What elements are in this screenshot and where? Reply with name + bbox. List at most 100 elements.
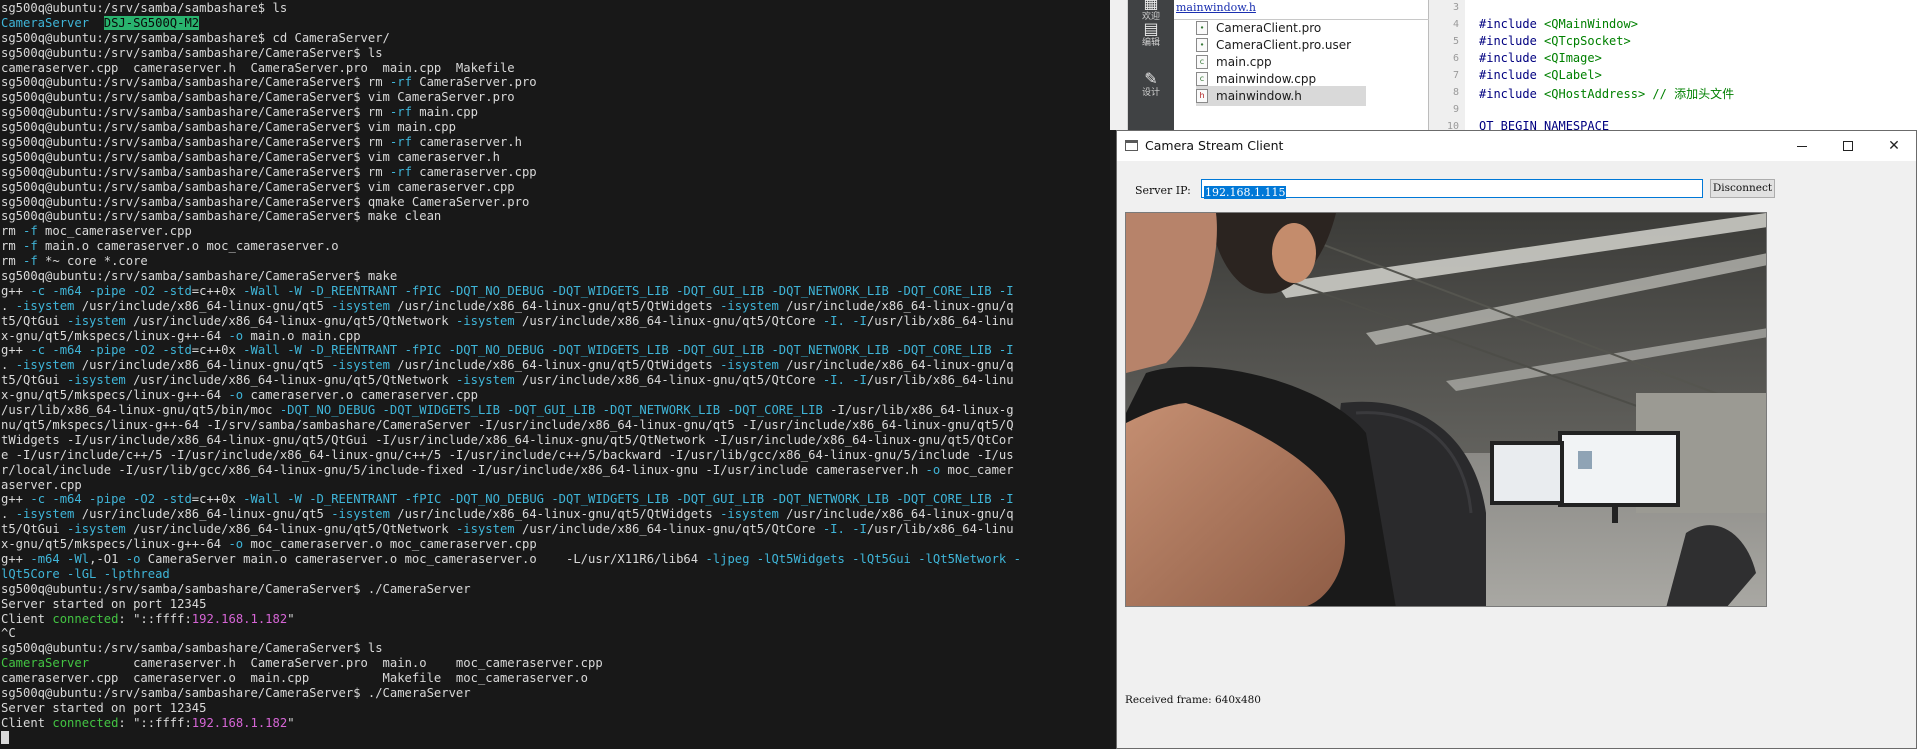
terminal-text: tWidgets -I/usr/include/x86_64-linux-gnu… <box>1 432 1014 447</box>
open-file-link[interactable]: mainwindow.h <box>1176 1 1256 14</box>
camera-client-window: Camera Stream Client ✕ Server IP: 192.16… <box>1116 130 1917 749</box>
terminal-text: -I. <box>822 373 845 388</box>
terminal-line: sg500q@ubuntu:/srv/samba/sambashare/Came… <box>1 150 1110 165</box>
code-line: #include <QTcpSocket> <box>1479 34 1631 48</box>
terminal-text: cameraserver.o cameraserver.cpp <box>243 388 478 403</box>
file-name: main.cpp <box>1216 55 1272 69</box>
terminal-text: -m64 -Wl <box>30 551 90 566</box>
terminal-line: sg500q@ubuntu:/srv/samba/sambashare/Came… <box>1 195 1110 210</box>
terminal-line: t5/QtGui -isystem /usr/include/x86_64-li… <box>1 522 1110 537</box>
terminal-text: main.cpp <box>411 105 478 120</box>
terminal-line: CameraServer DSJ-SG500Q-M2 <box>1 15 1110 31</box>
project-file-item[interactable]: h mainwindow.h <box>1196 86 1366 106</box>
terminal-text: g++ <box>1 492 31 507</box>
terminal-text: -c -m64 -pipe -O2 -std <box>30 283 192 298</box>
terminal-text: lQt5Core -lGL -lpthread <box>1 566 170 581</box>
terminal-text: x-gnu/qt5/mkspecs/linux-g++-64 <box>1 328 229 343</box>
code-token: QT_BEGIN_NAMESPACE <box>1479 119 1610 130</box>
terminal-text: sg500q@ubuntu:/srv/samba/sambashare/Came… <box>1 179 515 194</box>
terminal-line: sg500q@ubuntu:/srv/samba/sambashare/Came… <box>1 165 1110 180</box>
mode-design[interactable]: ✎ 设计 <box>1128 70 1174 99</box>
terminal-text: =c++0x <box>191 283 244 298</box>
terminal-line: /usr/lib/x86_64-linux-gnu/qt5/bin/moc -D… <box>1 403 1110 418</box>
ide-left-edge <box>1110 0 1128 130</box>
terminal-text: connected <box>52 611 119 626</box>
terminal-line: r/local/include -I/usr/lib/gcc/x86_64-li… <box>1 463 1110 478</box>
terminal-line <box>1 730 1110 746</box>
terminal-text: sg500q@ubuntu:/srv/samba/sambashare/Came… <box>1 149 500 164</box>
terminal-text: t5/QtGui <box>1 313 68 328</box>
terminal-text: CameraServer <box>1 15 90 30</box>
terminal-text: sg500q@ubuntu:/srv/samba/sambashare/Came… <box>1 164 390 179</box>
line-number: 7 <box>1452 70 1459 81</box>
ide-mode-bar: ▦ 欢迎 ▤ 编辑 ✎ 设计 <box>1128 0 1174 130</box>
disconnect-button[interactable]: Disconnect <box>1710 179 1775 198</box>
terminal-text: t5/QtGui <box>1 373 68 388</box>
terminal-window[interactable]: sg500q@ubuntu:/srv/samba/sambashare$ ls C… <box>0 0 1110 749</box>
terminal-text: -isystem <box>67 313 126 328</box>
terminal-text: -c -m64 -pipe -O2 -std <box>30 343 192 358</box>
terminal-line: lQt5Core -lGL -lpthread <box>1 567 1110 582</box>
maximize-button[interactable] <box>1825 131 1871 161</box>
line-number: 8 <box>1452 87 1459 98</box>
terminal-text: /usr/include/x86_64-linux-gnu/qt5/QtWidg… <box>389 358 721 373</box>
terminal-text: /usr/include/x86_64-linux-gnu/qt5 <box>74 507 332 522</box>
project-tree-header: mainwindow.h <box>1174 0 1429 20</box>
mode-label: 编辑 <box>1141 38 1160 48</box>
project-tree: mainwindow.h ∙ CameraClient.pro ∙ CameraCli… <box>1174 0 1429 130</box>
line-number: 10 <box>1446 121 1459 130</box>
terminal-line: sg500q@ubuntu:/srv/samba/sambashare/Came… <box>1 135 1110 150</box>
terminal-text: main.o main.cpp <box>243 328 361 343</box>
code-token: <QLabel> <box>1544 68 1602 82</box>
terminal-text: sg500q@ubuntu:/srv/samba/sambashare/Came… <box>1 120 456 135</box>
terminal-text: : "::ffff: <box>118 715 192 730</box>
terminal-text: -f <box>23 224 38 239</box>
terminal-line: sg500q@ubuntu:/srv/samba/sambashare$ cd … <box>1 31 1110 46</box>
terminal-text: e -I/usr/include/c++/5 -I/usr/include/x8… <box>1 447 1014 462</box>
terminal-text: /usr/include/x86_64-linux-gnu/qt5 <box>74 298 332 313</box>
terminal-text: -f <box>23 254 38 269</box>
terminal-text: sg500q@ubuntu:/srv/samba/sambashare/Came… <box>1 90 515 105</box>
terminal-text: rm <box>1 224 24 239</box>
line-number: 4 <box>1452 19 1459 30</box>
terminal-text: sg500q@ubuntu:/srv/samba/sambashare/Came… <box>1 685 471 700</box>
mode-edit[interactable]: ▤ 编辑 <box>1128 20 1174 49</box>
terminal-text: CameraServer.pro <box>411 75 537 90</box>
close-button[interactable]: ✕ <box>1871 131 1916 161</box>
terminal-line: Client connected: "::ffff:192.168.1.182" <box>1 716 1110 731</box>
client-content: Server IP: 192.168.1.115 Disconnect Rece… <box>1117 161 1916 748</box>
maximize-icon <box>1843 141 1853 151</box>
terminal-line: rm -f main.o cameraserver.o moc_camerase… <box>1 239 1110 254</box>
file-name: CameraClient.pro.user <box>1216 38 1352 52</box>
server-ip-input[interactable]: 192.168.1.115 <box>1201 179 1703 199</box>
code-token: // 添加头文件 <box>1645 87 1735 101</box>
line-number: 5 <box>1452 36 1459 47</box>
terminal-text: -o <box>228 537 244 552</box>
minimize-button[interactable] <box>1779 131 1825 161</box>
terminal-text: sg500q@ubuntu:/srv/samba/sambashare/Came… <box>1 75 390 90</box>
terminal-text: cameraserver.cpp cameraserver.o main.cpp… <box>1 671 588 686</box>
terminal-text: moc_cameraserver.o moc_cameraserver.cpp <box>243 537 537 552</box>
terminal-text: . <box>1 358 16 373</box>
terminal-text: -isystem <box>15 507 75 522</box>
file-icon: h <box>1196 89 1208 103</box>
terminal-text: /usr/include/x86_64-linux-gnu/qt5/QtNetw… <box>125 373 456 388</box>
terminal-line: sg500q@ubuntu:/srv/samba/sambashare/Came… <box>1 269 1110 284</box>
terminal-text: /usr/lib/x86_64-linu <box>866 522 1014 537</box>
terminal-line: . -isystem /usr/include/x86_64-linux-gnu… <box>1 358 1110 373</box>
terminal-text: -I. <box>822 313 845 328</box>
terminal-line: g++ -c -m64 -pipe -O2 -std=c++0x -Wall -… <box>1 492 1110 507</box>
terminal-text: Server started on port 12345 <box>1 700 207 715</box>
code-line: QT_BEGIN_NAMESPACE <box>1479 119 1616 130</box>
window-titlebar[interactable]: Camera Stream Client ✕ <box>1117 131 1916 161</box>
terminal-line: CameraServer cameraserver.h CameraServer… <box>1 656 1110 671</box>
terminal-text: : "::ffff: <box>118 611 192 626</box>
code-editor[interactable]: 3 4 5 6 7 8 9 10 #include <QMainWindow> #include… <box>1429 0 1917 130</box>
terminal-text: g++ <box>1 551 31 566</box>
terminal-line: tWidgets -I/usr/include/x86_64-linux-gnu… <box>1 433 1110 448</box>
terminal-line: Server started on port 12345 <box>1 597 1110 612</box>
terminal-text: " <box>287 611 295 626</box>
terminal-line: sg500q@ubuntu:/srv/samba/sambashare/Came… <box>1 90 1110 105</box>
terminal-text: sg500q@ubuntu:/srv/samba/sambashare/Came… <box>1 45 383 60</box>
